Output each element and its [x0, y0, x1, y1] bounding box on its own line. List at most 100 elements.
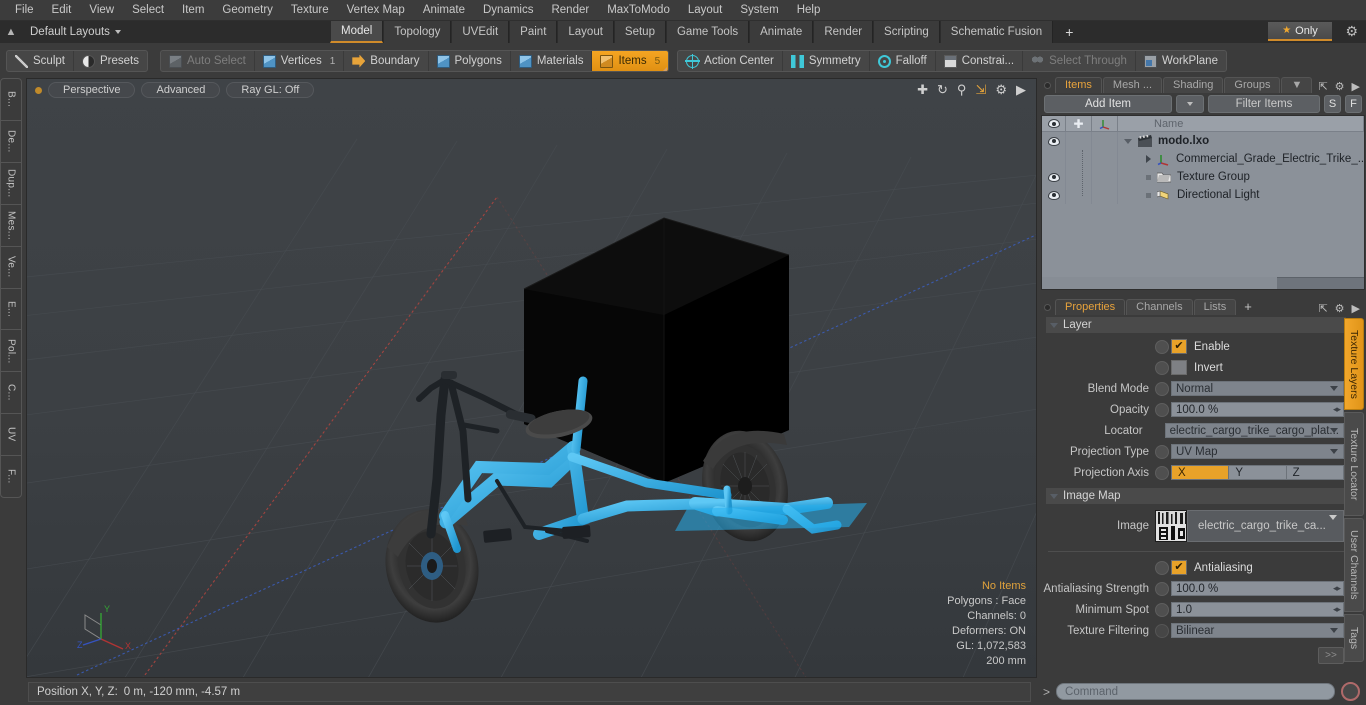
- gear-icon[interactable]: ⚙: [995, 82, 1007, 98]
- default-layouts-dropdown[interactable]: Default Layouts: [22, 26, 129, 38]
- enable-checkbox[interactable]: ✔: [1171, 339, 1187, 354]
- mode-button-materials[interactable]: Materials: [511, 51, 593, 71]
- 3d-viewport[interactable]: Perspective Advanced Ray GL: Off ✚ ↻ ⚲ ⇲…: [26, 78, 1037, 678]
- layout-tab-animate[interactable]: Animate: [749, 21, 814, 43]
- layout-tab-paint[interactable]: Paint: [509, 21, 558, 43]
- command-input[interactable]: Command: [1056, 683, 1335, 700]
- gear-icon[interactable]: ⚙: [1345, 23, 1358, 40]
- mode-button-polygons[interactable]: Polygons: [429, 51, 511, 71]
- spinner-icon[interactable]: ◂▸: [1333, 583, 1341, 594]
- row-name-cell[interactable]: Texture Group: [1118, 171, 1364, 183]
- mode-button-select-through[interactable]: Select Through: [1023, 51, 1136, 71]
- projection-axis-knob[interactable]: [1155, 465, 1169, 480]
- menu-item-system[interactable]: System: [731, 0, 787, 21]
- mode-button-workplane[interactable]: WorkPlane: [1136, 51, 1226, 71]
- row-visibility-cell[interactable]: [1042, 168, 1066, 186]
- expand-icon[interactable]: ⇱: [1318, 302, 1327, 315]
- antialiasing-strength-knob[interactable]: [1155, 581, 1169, 596]
- table-row[interactable]: Commercial_Grade_Electric_Trike_...: [1042, 150, 1364, 168]
- menu-item-render[interactable]: Render: [542, 0, 598, 21]
- blend-mode-dropdown[interactable]: Normal: [1171, 381, 1344, 396]
- left-tool-tab-de[interactable]: De...: [1, 121, 21, 163]
- tab-channels[interactable]: Channels: [1126, 299, 1193, 315]
- table-row[interactable]: Directional Light: [1042, 186, 1364, 204]
- tab-groups[interactable]: Groups: [1224, 77, 1281, 93]
- table-row[interactable]: Texture Group: [1042, 168, 1364, 186]
- section-layer-header[interactable]: Layer: [1046, 317, 1346, 333]
- fit-icon[interactable]: ⇲: [975, 82, 986, 98]
- axis-option-x[interactable]: X: [1172, 466, 1230, 479]
- move-icon[interactable]: ✚: [917, 82, 928, 98]
- minimum-spot-input[interactable]: 1.0 ◂▸: [1171, 602, 1344, 617]
- menu-item-texture[interactable]: Texture: [282, 0, 338, 21]
- tab-items[interactable]: Items: [1055, 77, 1102, 93]
- menu-item-geometry[interactable]: Geometry: [213, 0, 282, 21]
- layout-tab-topology[interactable]: Topology: [383, 21, 452, 43]
- antialiasing-knob[interactable]: [1155, 560, 1169, 575]
- viewport-shading-button[interactable]: Advanced: [141, 82, 221, 98]
- row-visibility-cell[interactable]: [1042, 186, 1066, 204]
- table-row[interactable]: modo.lxo: [1042, 132, 1364, 150]
- mode-button-sculpt[interactable]: Sculpt: [7, 51, 74, 71]
- mode-button-constrai[interactable]: Constrai...: [936, 51, 1024, 71]
- arrow-right-icon[interactable]: ▶: [1016, 82, 1026, 98]
- scrollbar-thumb[interactable]: [1042, 277, 1278, 289]
- row-lock-cell[interactable]: [1066, 150, 1092, 168]
- minimum-spot-knob[interactable]: [1155, 602, 1169, 617]
- left-tool-tab-f[interactable]: F...: [1, 456, 21, 497]
- left-tool-tab-mes[interactable]: Mes...: [1, 205, 21, 247]
- mode-button-action-center[interactable]: Action Center: [678, 51, 783, 71]
- gear-icon[interactable]: ⚙: [1335, 80, 1345, 93]
- eye-icon[interactable]: [1047, 136, 1060, 146]
- left-tool-tab-dup[interactable]: Dup...: [1, 163, 21, 205]
- antialiasing-strength-input[interactable]: 100.0 % ◂▸: [1171, 581, 1344, 596]
- menu-item-item[interactable]: Item: [173, 0, 213, 21]
- menu-item-edit[interactable]: Edit: [43, 0, 81, 21]
- add-tab-button[interactable]: +: [1237, 299, 1259, 315]
- projection-type-dropdown[interactable]: UV Map: [1171, 444, 1344, 459]
- right-tab-tags[interactable]: Tags: [1344, 614, 1364, 662]
- record-circle-icon[interactable]: [1341, 682, 1360, 701]
- blend-mode-knob[interactable]: [1155, 381, 1169, 396]
- viewport-perspective-button[interactable]: Perspective: [48, 82, 136, 98]
- right-tab-texture-layers[interactable]: Texture Layers: [1344, 318, 1364, 410]
- tree-horizontal-scrollbar[interactable]: [1042, 277, 1364, 289]
- layout-tab-scripting[interactable]: Scripting: [873, 21, 940, 43]
- mode-button-symmetry[interactable]: Symmetry: [783, 51, 870, 71]
- right-tab-texture-locator[interactable]: Texture Locator: [1344, 412, 1364, 516]
- row-name-cell[interactable]: Directional Light: [1118, 189, 1364, 201]
- chevron-right-icon[interactable]: [1146, 155, 1151, 163]
- menu-item-select[interactable]: Select: [123, 0, 173, 21]
- row-lock-cell[interactable]: [1066, 186, 1092, 204]
- viewport-raygl-button[interactable]: Ray GL: Off: [226, 82, 315, 98]
- layout-tab-game-tools[interactable]: Game Tools: [665, 21, 750, 43]
- row-visibility-cell[interactable]: [1042, 132, 1066, 150]
- menu-item-view[interactable]: View: [80, 0, 123, 21]
- chevron-down-icon[interactable]: [1124, 138, 1132, 144]
- row-name-cell[interactable]: modo.lxo: [1118, 135, 1364, 147]
- locator-dropdown[interactable]: electric_cargo_trike_cargo_plat...: [1164, 423, 1344, 438]
- layout-tab-schematic-fusion[interactable]: Schematic Fusion: [939, 21, 1054, 43]
- row-transform-cell[interactable]: [1092, 150, 1118, 168]
- texture-filtering-knob[interactable]: [1155, 623, 1169, 638]
- row-visibility-cell[interactable]: [1042, 150, 1066, 168]
- left-tool-tab-c[interactable]: C...: [1, 372, 21, 415]
- layout-tab-model[interactable]: Model: [330, 21, 384, 43]
- right-tab-user-channels[interactable]: User Channels: [1344, 518, 1364, 612]
- zoom-icon[interactable]: ⚲: [957, 82, 967, 98]
- mode-button-presets[interactable]: Presets: [74, 51, 147, 71]
- invert-checkbox[interactable]: ✔: [1171, 360, 1187, 375]
- section-image-map-header[interactable]: Image Map: [1046, 488, 1346, 504]
- gear-icon[interactable]: ⚙: [1335, 302, 1345, 315]
- tab-properties[interactable]: Properties: [1055, 299, 1126, 315]
- enable-knob[interactable]: [1155, 339, 1169, 354]
- left-tool-tab-pol[interactable]: Pol...: [1, 330, 21, 373]
- tab-mesh[interactable]: Mesh ...: [1102, 77, 1163, 93]
- invert-knob[interactable]: [1155, 360, 1169, 375]
- menu-item-maxtomodo[interactable]: MaxToModo: [598, 0, 679, 21]
- image-dropdown[interactable]: electric_cargo_trike_ca...: [1187, 510, 1344, 542]
- left-tool-tab-b[interactable]: B...: [1, 79, 21, 121]
- spinner-icon[interactable]: ◂▸: [1333, 404, 1341, 415]
- menu-item-dynamics[interactable]: Dynamics: [474, 0, 542, 21]
- tab-shading[interactable]: Shading: [1163, 77, 1224, 93]
